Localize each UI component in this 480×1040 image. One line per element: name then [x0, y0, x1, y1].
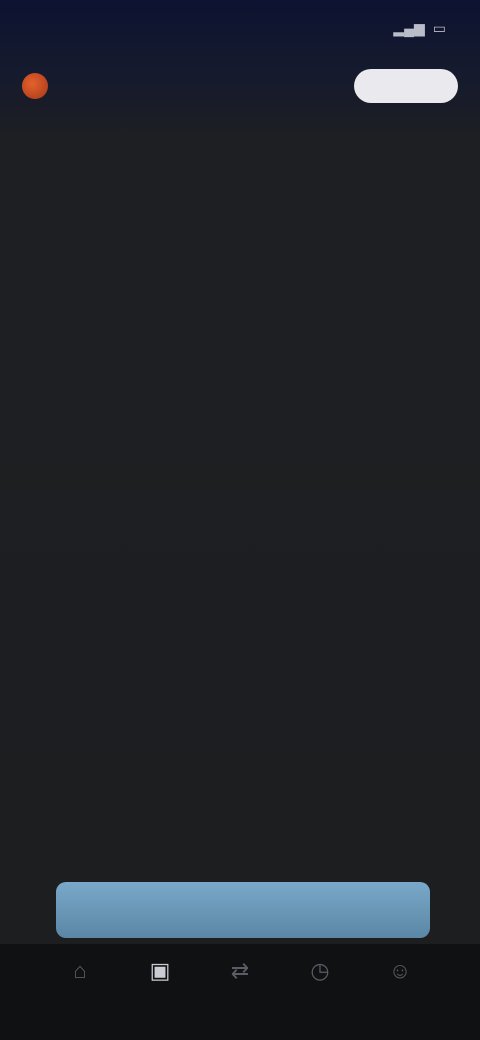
bottom-nav: ⌂ ▣ ⇄ ◷ ☺	[0, 944, 480, 1040]
detail-row	[46, 670, 436, 706]
app-header	[0, 58, 480, 114]
detail-row	[46, 490, 436, 526]
swap-icon: ⇄	[230, 958, 250, 983]
nav-item-profile[interactable]: ☺	[370, 958, 430, 984]
detail-row	[46, 562, 436, 598]
primary-action-button[interactable]	[56, 882, 430, 938]
screen: ▂▄▆ ▭ ⌂ ▣ ⇄ ◷ ☺	[0, 0, 480, 1040]
nav-item-home[interactable]: ⌂	[50, 958, 110, 984]
hero	[0, 110, 480, 140]
profile-icon: ☺	[388, 958, 412, 983]
detail-row	[46, 310, 436, 346]
app-logo	[22, 73, 48, 99]
detail-row	[46, 526, 436, 562]
detail-row	[46, 382, 436, 418]
wallet-icon: ▣	[149, 958, 171, 983]
detail-row	[46, 454, 436, 490]
header-action-button[interactable]	[354, 69, 458, 103]
home-icon: ⌂	[73, 958, 87, 983]
detail-row	[46, 418, 436, 454]
nav-item-history[interactable]: ◷	[290, 958, 350, 984]
battery-icon: ▭	[432, 19, 446, 36]
nav-item-swap[interactable]: ⇄	[210, 958, 270, 984]
details-list	[46, 310, 436, 706]
detail-row	[46, 346, 436, 382]
signal-icon: ▂▄▆	[393, 19, 425, 36]
history-icon: ◷	[310, 958, 330, 983]
detail-row	[46, 634, 436, 670]
status-bar: ▂▄▆ ▭	[0, 0, 480, 56]
detail-row	[46, 598, 436, 634]
status-icons: ▂▄▆ ▭	[393, 20, 446, 37]
nav-item-wallet[interactable]: ▣	[130, 958, 190, 984]
